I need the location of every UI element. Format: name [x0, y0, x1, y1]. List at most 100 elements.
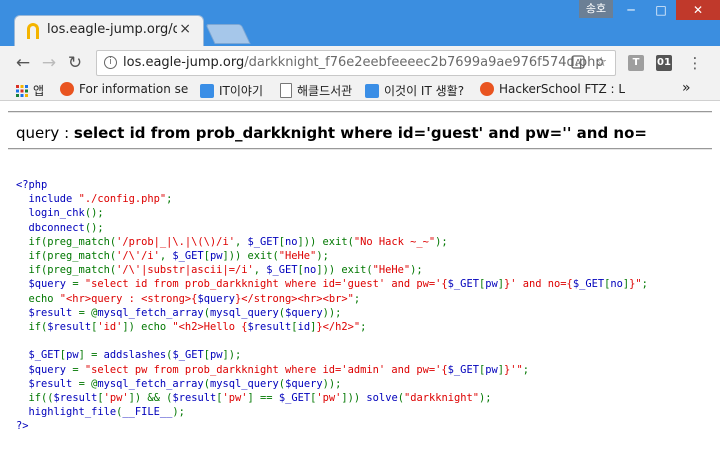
code-line: if($result['id']) echo "<h2>Hello {$resu…	[16, 320, 648, 334]
code-token: pw	[485, 363, 498, 376]
code-token: "darkknight"	[403, 392, 480, 405]
code-token: ]);	[222, 349, 242, 362]
new-tab-button[interactable]	[205, 24, 251, 44]
code-token: 'pw'	[316, 392, 342, 405]
minimize-button[interactable]: ─	[616, 0, 646, 20]
bookmark-item[interactable]: 이것이 IT 생활?	[365, 82, 464, 99]
code-token: }</strong><hr><br>"	[234, 292, 354, 305]
forward-button[interactable]: →	[38, 52, 60, 74]
code-token: include	[16, 193, 79, 206]
tab-close-icon[interactable]: ×	[179, 21, 191, 37]
extension-t-icon[interactable]: T	[628, 55, 644, 71]
code-token: );	[172, 406, 185, 419]
bookmark-item[interactable]: IT이야기	[200, 82, 263, 99]
code-line: include "./config.php";	[16, 192, 648, 206]
code-token: __FILE__	[122, 406, 173, 419]
reload-button[interactable]: ↻	[64, 52, 86, 74]
code-token: addslashes	[103, 349, 167, 362]
address-bar[interactable]: i los.eagle-jump.org/darkknight_f76e2eeb…	[96, 50, 616, 76]
code-token: $_GET	[572, 278, 605, 291]
bookmark-item[interactable]: For information secu	[60, 82, 188, 96]
code-token: mysql_query	[209, 306, 279, 319]
query-sql: select id from prob_darkknight where id=…	[73, 124, 647, 142]
code-token: $result	[16, 377, 79, 390]
code-token: echo	[16, 292, 60, 305]
code-token: ;	[522, 363, 530, 376]
info-icon[interactable]: i	[104, 56, 117, 69]
code-token: );	[316, 250, 329, 263]
code-token: no	[610, 278, 623, 291]
code-token: $result	[53, 392, 98, 405]
code-token: $_GET	[16, 349, 60, 362]
close-window-button[interactable]: ✕	[676, 0, 720, 20]
apps-grid-icon	[16, 85, 28, 100]
code-token: $result	[16, 306, 79, 319]
code-token: ;	[166, 193, 173, 206]
code-token: );	[435, 235, 448, 248]
code-token: ]) && (	[128, 392, 173, 405]
code-token: "./config.php"	[78, 193, 167, 206]
maximize-button[interactable]: □	[646, 0, 676, 20]
code-token: ])) exit(	[222, 250, 279, 263]
code-token: ?>	[16, 420, 29, 433]
code-line: echo "<hr>query : <strong>{$query}</stro…	[16, 292, 648, 306]
browser-tab[interactable]: los.eagle-jump.org/dark ×	[14, 15, 204, 47]
code-token: ] =	[78, 349, 104, 362]
bookmark-item[interactable]: HackerSchool FTZ : L	[480, 82, 638, 96]
code-token: if(preg_match(	[16, 235, 117, 248]
bookmark-apps[interactable]: 앱	[16, 82, 44, 100]
code-token: $_GET	[447, 278, 479, 291]
code-token: =	[72, 278, 85, 291]
code-token: if(preg_match(	[16, 250, 117, 263]
code-token: $_GET	[266, 264, 298, 277]
back-button[interactable]: ←	[12, 52, 34, 74]
tab-title: los.eagle-jump.org/dark	[47, 22, 177, 37]
code-token: ;	[353, 292, 361, 305]
browser-toolbar: ← → ↻ i los.eagle-jump.org/darkknight_f7…	[0, 46, 720, 80]
code-token: mysql_query	[209, 377, 279, 390]
code-token: }' and no={	[504, 278, 573, 291]
code-token: $query	[16, 363, 73, 376]
code-token: pw	[66, 349, 79, 362]
code-line: dbconnect();	[16, 221, 648, 235]
code-line: ?>	[16, 419, 648, 433]
code-token: '/\'/i'	[116, 250, 160, 263]
profile-button[interactable]: 송호	[579, 0, 613, 18]
code-token: '/\'|substr|ascii|=/i'	[116, 264, 254, 277]
code-token: id	[297, 321, 311, 334]
code-token: "<hr>query : <strong>{	[59, 292, 198, 305]
svg-text:A: A	[575, 59, 582, 69]
folder-user-icon	[200, 84, 214, 98]
bookmark-item[interactable]: 해클드서관	[280, 82, 352, 99]
code-token: "HeHe"	[372, 264, 411, 277]
code-token: $result	[247, 321, 292, 334]
bookmarks-bar: 앱 For information secu IT이야기 해클드서관 이것이 I…	[0, 80, 720, 101]
extension-01-icon[interactable]: 01	[656, 55, 672, 71]
code-token: pw	[485, 278, 498, 291]
code-token: <?php	[16, 179, 48, 191]
code-line: $query = "select pw from prob_darkknight…	[16, 363, 648, 377]
code-token: ] ==	[247, 392, 279, 405]
bookmarks-overflow-button[interactable]: »	[682, 80, 691, 96]
code-token: $query	[197, 292, 235, 305]
code-token: );	[479, 392, 492, 405]
code-token: mysql_fetch_array	[97, 377, 204, 390]
code-token: ,	[234, 235, 248, 248]
code-token: "select id from prob_darkknight where id…	[84, 278, 448, 291]
code-token: pw	[209, 250, 223, 263]
star-icon[interactable]: ☆	[595, 55, 607, 70]
code-line: if(($result['pw']) && ($result['pw'] == …	[16, 391, 648, 405]
code-line: if(preg_match('/\'/i', $_GET[pw])) exit(…	[16, 249, 648, 263]
code-token: $query	[285, 306, 323, 319]
code-token: $_GET	[278, 392, 311, 405]
code-line: highlight_file(__FILE__);	[16, 405, 648, 419]
code-token: $_GET	[247, 235, 279, 248]
code-token: 'pw'	[103, 392, 129, 405]
translate-icon[interactable]: A	[571, 55, 585, 73]
code-token: pw	[209, 349, 223, 362]
url-text[interactable]: los.eagle-jump.org/darkknight_f76e2eebfe…	[123, 55, 604, 70]
code-token: ,	[253, 264, 267, 277]
code-token: ));	[322, 306, 342, 319]
menu-button[interactable]: ⋮	[684, 52, 706, 74]
